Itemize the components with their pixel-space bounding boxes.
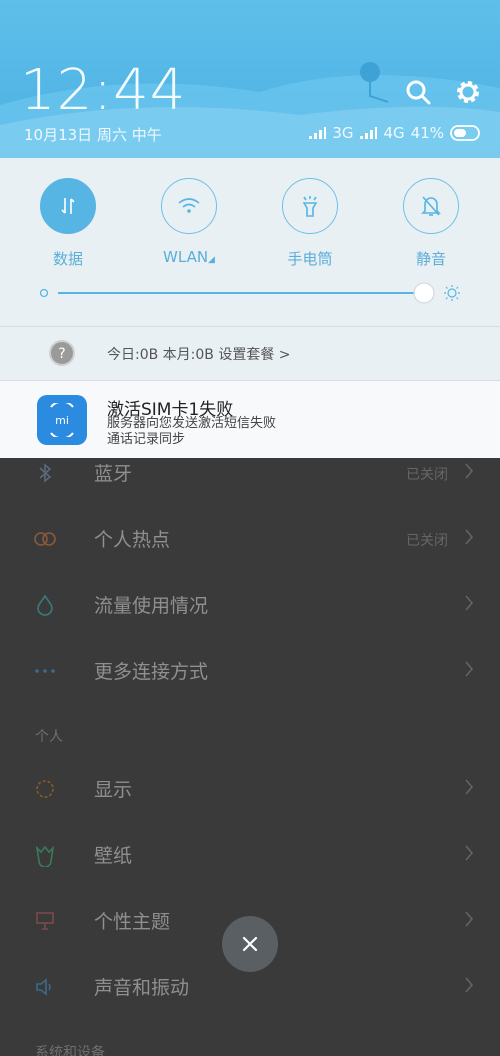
- chevron-right-icon: [465, 661, 473, 677]
- expand-arrow-icon: ◢: [208, 255, 215, 265]
- chevron-right-icon: [465, 977, 473, 993]
- settings-row-display[interactable]: 显示: [0, 756, 500, 822]
- sound-icon: [36, 978, 51, 996]
- toggle-label: 数据: [52, 250, 83, 268]
- data-drop-icon: [37, 594, 53, 616]
- hotspot-icon: [34, 532, 56, 546]
- theme-icon: [36, 912, 54, 930]
- clock-date: 10月13日 周六 中午: [24, 126, 162, 144]
- signal-icon: [309, 127, 327, 139]
- quick-settings-panel: 数据 WLAN◢ 手电筒 静音 ? 今日:0B 本月:0B 设置套餐 >: [0, 158, 500, 380]
- brightness-slider[interactable]: [38, 278, 468, 308]
- data-usage-text: 今日:0B 本月:0B 设置套餐 >: [107, 347, 291, 363]
- toggle-flashlight[interactable]: 手电筒: [270, 178, 350, 269]
- network-type-1: 3G: [332, 124, 354, 142]
- bell-mute-icon: [421, 196, 441, 216]
- svg-text:?: ?: [58, 346, 65, 362]
- settings-row-label: 壁纸: [94, 845, 133, 867]
- settings-row-label: 个人热点: [94, 529, 171, 551]
- display-icon: [36, 780, 54, 798]
- battery-icon: [450, 125, 480, 141]
- notification-body: 服务器向您发送激活短信失败 通话记录同步: [107, 416, 276, 448]
- chevron-right-icon: [465, 845, 473, 861]
- settings-row-label: 流量使用情况: [94, 595, 209, 617]
- bluetooth-icon: [39, 463, 52, 483]
- data-usage-row[interactable]: ? 今日:0B 本月:0B 设置套餐 >: [0, 326, 500, 380]
- brightness-thumb[interactable]: [413, 282, 435, 304]
- toggle-data[interactable]: 数据: [28, 178, 108, 269]
- settings-row-more-connections[interactable]: 更多连接方式: [0, 638, 500, 704]
- chevron-right-icon: [465, 529, 473, 545]
- settings-row-label: 蓝牙: [94, 463, 133, 485]
- toggle-circle[interactable]: [161, 178, 217, 234]
- toggle-label: 手电筒: [287, 250, 333, 268]
- data-transfer-icon: [61, 198, 75, 214]
- notification-card[interactable]: mi 激活SIM卡1失败 服务器向您发送激活短信失败 通话记录同步: [0, 380, 500, 458]
- settings-row-label: 更多连接方式: [94, 661, 209, 683]
- svg-text:mi: mi: [55, 414, 69, 427]
- settings-row-hotspot[interactable]: 个人热点 已关闭: [0, 506, 500, 572]
- settings-row-wallpaper[interactable]: 壁纸: [0, 822, 500, 888]
- status-indicators: 3G 4G 41%: [308, 124, 482, 142]
- clock-time: 12:44: [20, 58, 187, 123]
- toggle-label: WLAN◢: [149, 248, 229, 266]
- chevron-right-icon: [465, 779, 473, 795]
- wallpaper-icon: [35, 845, 55, 867]
- network-type-2: 4G: [383, 124, 405, 142]
- toggle-label-text: WLAN: [163, 248, 209, 266]
- chevron-right-icon: [465, 463, 473, 479]
- notification-line: 服务器向您发送激活短信失败: [107, 416, 277, 431]
- notification-line: 通话记录同步: [107, 432, 186, 447]
- help-circle-icon: ?: [49, 340, 75, 366]
- notification-header: 12:44 10月13日 周六 中午 3G 4G 41%: [0, 0, 500, 158]
- section-header-system: 系统和设备: [35, 1045, 105, 1056]
- more-dots-icon: [35, 669, 55, 673]
- close-icon: [242, 936, 258, 952]
- settings-row-label: 声音和振动: [94, 977, 190, 999]
- gear-icon[interactable]: [454, 78, 482, 106]
- toggle-circle[interactable]: [403, 178, 459, 234]
- flashlight-icon: [302, 196, 318, 217]
- toggle-label: 静音: [415, 250, 446, 268]
- chevron-right-icon: [465, 911, 473, 927]
- clear-notifications-button[interactable]: [222, 916, 278, 972]
- mi-icon: mi: [37, 395, 87, 445]
- toggle-mute[interactable]: 静音: [391, 178, 471, 269]
- chevron-right-icon: [465, 595, 473, 611]
- settings-row-label: 显示: [94, 779, 133, 801]
- wifi-icon: [178, 198, 200, 213]
- signal-icon: [360, 127, 378, 139]
- toggle-circle[interactable]: [282, 178, 338, 234]
- settings-row-value: 已关闭: [406, 533, 448, 549]
- section-header-personal: 个人: [35, 729, 63, 745]
- settings-row-data-usage[interactable]: 流量使用情况: [0, 572, 500, 638]
- toggle-circle[interactable]: [40, 178, 96, 234]
- settings-row-label: 个性主题: [94, 911, 171, 933]
- battery-percent: 41%: [410, 124, 444, 142]
- search-icon[interactable]: [404, 78, 432, 106]
- toggle-wlan[interactable]: WLAN◢: [149, 178, 229, 266]
- settings-row-value: 已关闭: [406, 467, 448, 483]
- sun-icon: [444, 285, 460, 301]
